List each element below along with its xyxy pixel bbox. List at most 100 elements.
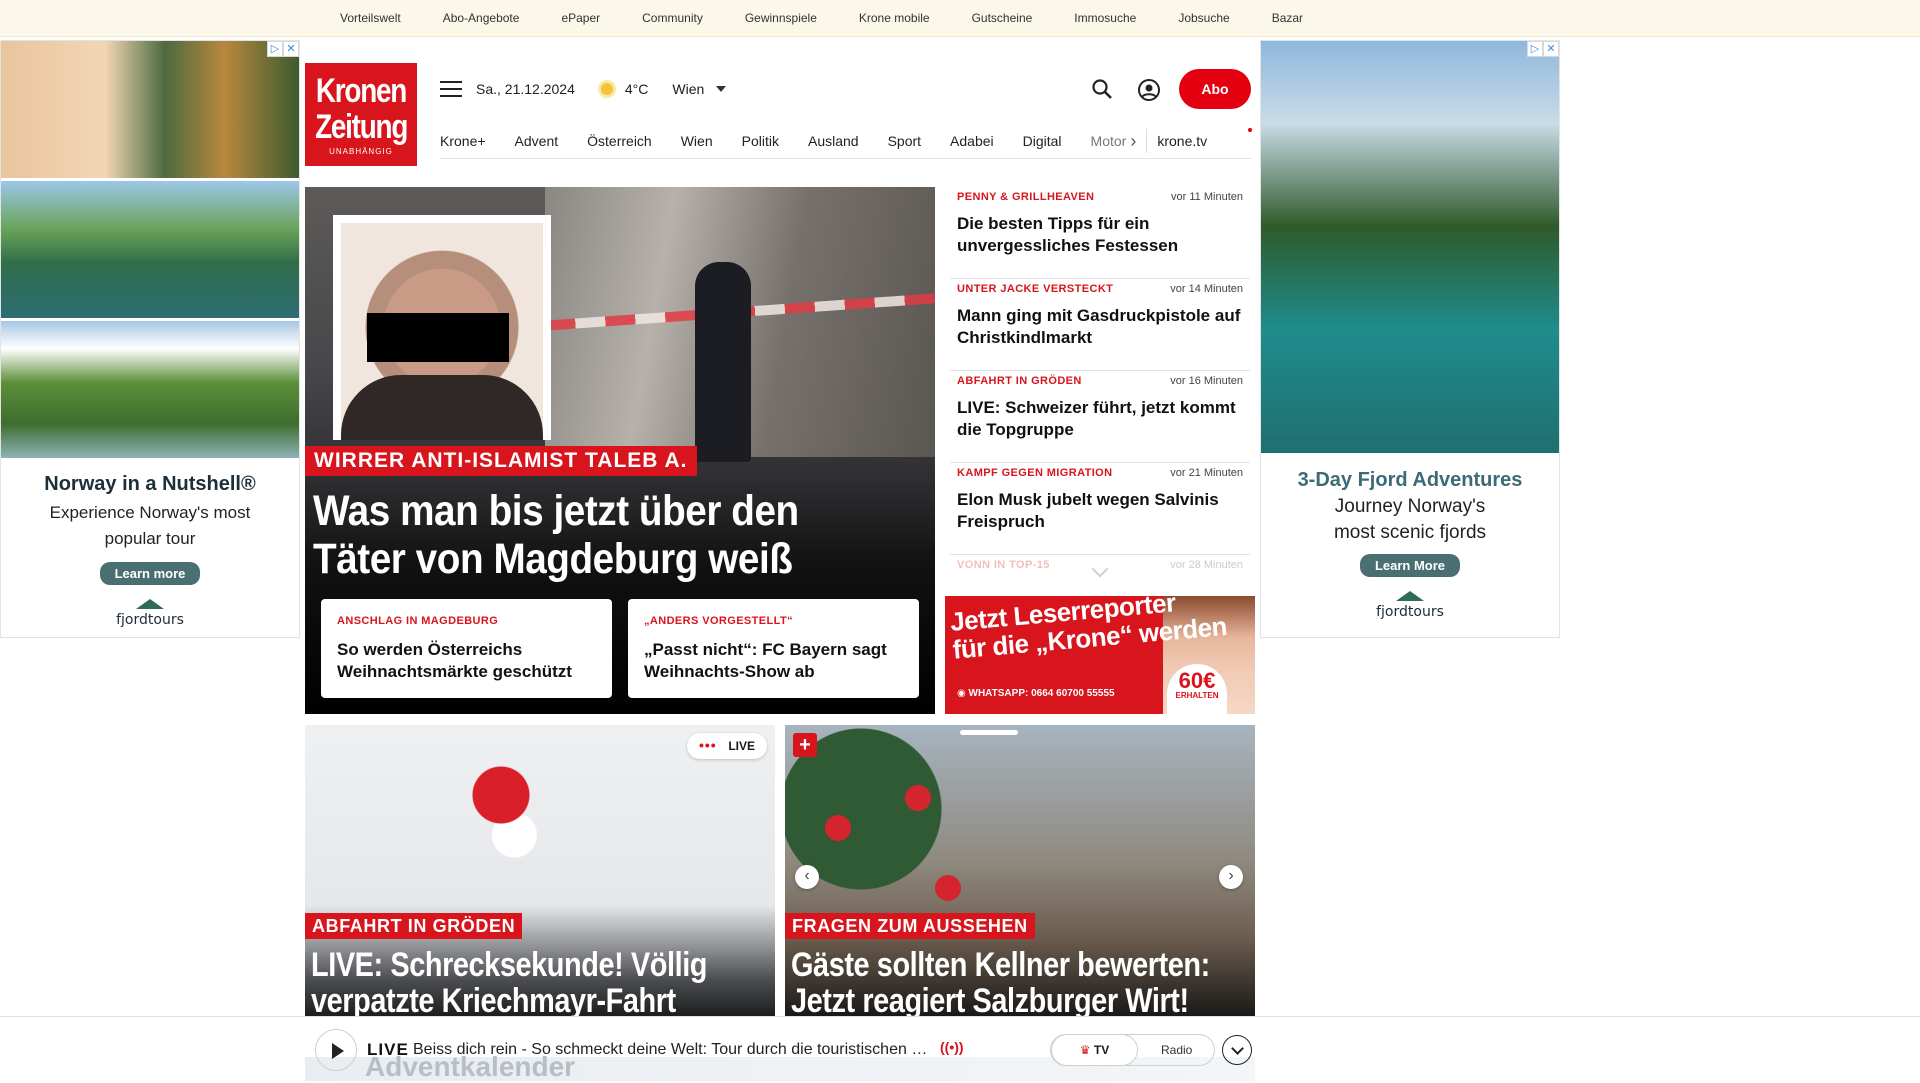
nav-item-advent[interactable]: Advent xyxy=(515,133,559,149)
hero-subarticle[interactable]: „ANDERS VORGESTELLT“ „Passt nicht“: FC B… xyxy=(628,599,919,698)
chevron-left-icon[interactable]: ‹ xyxy=(795,865,819,889)
nav-item-ausland[interactable]: Ausland xyxy=(808,133,859,149)
top-link-immosuche[interactable]: Immosuche xyxy=(1074,11,1136,25)
live-icon: ••• xyxy=(699,737,717,753)
subarticle-kicker: ANSCHLAG IN MAGDEBURG xyxy=(337,615,499,627)
ticker-item[interactable]: PENNY & GRILLHEAVEN vor 11 Minuten Die b… xyxy=(950,187,1250,279)
ticker-item[interactable]: ABFAHRT IN GRÖDEN vor 16 Minuten LIVE: S… xyxy=(950,371,1250,463)
top-links: Vorteilswelt Abo-Angebote ePaper Communi… xyxy=(340,0,1345,36)
ad-brand: fjordtours xyxy=(1376,604,1444,620)
top-link-krone-mobile[interactable]: Krone mobile xyxy=(859,11,930,25)
whatsapp-number: ◉ WHATSAPP: 0664 60700 55555 xyxy=(957,688,1115,699)
card-image-skier xyxy=(465,765,555,865)
nav-item-motor[interactable]: Motor xyxy=(1091,133,1127,149)
ticker-kicker: VONN IN TOP-15 xyxy=(957,559,1050,571)
fjordtours-logo-icon xyxy=(136,599,164,609)
top-link-epaper[interactable]: ePaper xyxy=(561,11,600,25)
nav-item-adabei[interactable]: Adabei xyxy=(950,133,994,149)
ticker-time: vor 14 Minuten xyxy=(1170,283,1243,295)
main-nav: Krone+ Advent Österreich Wien Politik Au… xyxy=(440,124,1252,159)
adchoices[interactable]: ▷ ✕ xyxy=(1527,41,1559,57)
top-link-gutscheine[interactable]: Gutscheine xyxy=(972,11,1033,25)
slider-indicator xyxy=(960,730,1018,735)
live-badge: ••• LIVE xyxy=(687,733,767,759)
hero-title[interactable]: Was man bis jetzt über den Täter von Mag… xyxy=(313,487,862,583)
radio-option[interactable]: Radio xyxy=(1161,1035,1192,1065)
adchoices[interactable]: ▷ ✕ xyxy=(267,41,299,57)
user-account-icon[interactable] xyxy=(1137,78,1161,102)
crown-icon: ♛ xyxy=(1079,1043,1091,1057)
adchoices-icon[interactable]: ▷ xyxy=(1527,41,1543,57)
adchoices-icon[interactable]: ▷ xyxy=(267,41,283,57)
card-title: Gäste sollten Kellner bewerten: Jetzt re… xyxy=(791,946,1210,1020)
play-button[interactable] xyxy=(315,1029,357,1071)
ticker-time: vor 11 Minuten xyxy=(1171,191,1243,203)
chevron-down-icon[interactable] xyxy=(716,86,727,92)
nav-item-politik[interactable]: Politik xyxy=(742,133,779,149)
ticker-item[interactable]: KAMPF GEGEN MIGRATION vor 21 Minuten Elo… xyxy=(950,463,1250,555)
abo-button[interactable]: Abo xyxy=(1179,69,1251,109)
ad-brand: fjordtours xyxy=(116,612,184,628)
logo-line-1: Kronen xyxy=(315,72,407,110)
nav-item-krone-tv[interactable]: krone.tv xyxy=(1157,133,1207,149)
live-player-bar: Adventkalender LIVE Beiss dich rein - So… xyxy=(0,1016,1920,1082)
learn-more-button[interactable]: Learn More xyxy=(1359,554,1461,577)
temperature: 4°C xyxy=(624,81,649,97)
top-link-abo-angebote[interactable]: Abo-Angebote xyxy=(443,11,520,25)
nav-item-sport[interactable]: Sport xyxy=(888,133,921,149)
nav-item-digital[interactable]: Digital xyxy=(1023,133,1062,149)
city-selector[interactable]: Wien xyxy=(672,81,704,97)
nav-item-wien[interactable]: Wien xyxy=(681,133,713,149)
card-title: LIVE: Schrecksekunde! Völlig verpatzte K… xyxy=(311,946,708,1020)
ticker-title: LIVE: Schweizer führt, jetzt kommt die T… xyxy=(957,398,1236,439)
hero-subarticle[interactable]: ANSCHLAG IN MAGDEBURG So werden Österrei… xyxy=(321,599,612,698)
top-link-bazar[interactable]: Bazar xyxy=(1272,11,1303,25)
close-icon[interactable]: ✕ xyxy=(1543,41,1559,57)
ticker-kicker: ABFAHRT IN GRÖDEN xyxy=(957,375,1082,387)
ticker-title: Elon Musk jubelt wegen Salvinis Freispru… xyxy=(957,490,1219,531)
header-row: Sa., 21.12.2024 4°C Wien xyxy=(440,70,1252,108)
krone-plus-badge: + xyxy=(793,733,817,757)
expand-player-button[interactable] xyxy=(1222,1035,1252,1065)
ad-left[interactable]: ▷ ✕ Norway in a Nutshell® Experience Norw… xyxy=(0,40,300,638)
subarticle-title: „Passt nicht“: FC Bayern sagt Weihnachts… xyxy=(644,640,887,681)
nav-divider xyxy=(1146,129,1148,153)
subarticle-kicker: „ANDERS VORGESTELLT“ xyxy=(644,615,793,627)
player-now-playing[interactable]: Beiss dich rein - So schmeckt deine Welt… xyxy=(413,1041,928,1059)
nav-item-oesterreich[interactable]: Österreich xyxy=(587,133,652,149)
chevron-right-icon[interactable]: › xyxy=(1219,865,1243,889)
top-link-vorteilswelt[interactable]: Vorteilswelt xyxy=(340,11,401,25)
censor-bar xyxy=(367,313,509,362)
leserreporter-banner[interactable]: Jetzt Leserreporter für die „Krone“ werd… xyxy=(945,596,1255,714)
nav-item-krone-plus[interactable]: Krone+ xyxy=(440,133,486,149)
article-card[interactable]: ••• LIVE ABFAHRT IN GRÖDEN LIVE: Schrecks… xyxy=(305,725,775,1025)
ticker-item[interactable]: UNTER JACKE VERSTECKT vor 14 Minuten Man… xyxy=(950,279,1250,371)
ticker-kicker: UNTER JACKE VERSTECKT xyxy=(957,283,1114,295)
subarticle-title: So werden Österreichs Weihnachtsmärkte g… xyxy=(337,640,572,681)
fjordtours-logo-icon xyxy=(1396,591,1424,601)
close-icon[interactable]: ✕ xyxy=(283,41,299,57)
article-card[interactable]: + ‹ › FRAGEN ZUM AUSSEHEN Gäste sollten … xyxy=(785,725,1255,1025)
ad-right[interactable]: ▷ ✕ 3-Day Fjord Adventures Journey Norway… xyxy=(1260,40,1560,638)
ad-title: Norway in a Nutshell® xyxy=(44,473,256,495)
ticker-title: Die besten Tipps für ein unvergessliches… xyxy=(957,214,1179,255)
whatsapp-icon: ◉ xyxy=(957,688,969,699)
chevron-down-icon[interactable] xyxy=(1091,560,1109,578)
broadcast-icon: ((•)) xyxy=(940,1039,964,1055)
ticker-time: vor 28 Minuten xyxy=(1170,559,1243,571)
top-link-community[interactable]: Community xyxy=(642,11,703,25)
site-logo[interactable]: Kronen Zeitung UNABHÄNGIG xyxy=(305,63,417,166)
ticker-kicker: PENNY & GRILLHEAVEN xyxy=(957,191,1095,203)
chevron-right-icon[interactable]: › xyxy=(1130,131,1136,152)
learn-more-button[interactable]: Learn more xyxy=(99,562,201,585)
ad-subtitle-1: Experience Norway's most xyxy=(49,503,251,522)
ad-title: 3-Day Fjord Adventures xyxy=(1297,469,1523,491)
menu-icon[interactable] xyxy=(440,81,462,97)
tv-radio-toggle[interactable]: ♛ TV Radio xyxy=(1050,1034,1215,1066)
tv-option[interactable]: ♛ TV xyxy=(1051,1034,1138,1066)
logo-tagline: UNABHÄNGIG xyxy=(329,147,393,156)
top-link-gewinnspiele[interactable]: Gewinnspiele xyxy=(745,11,817,25)
search-icon[interactable] xyxy=(1091,78,1113,100)
reward-badge: 60€ ERHALTEN xyxy=(1167,664,1227,714)
top-link-jobsuche[interactable]: Jobsuche xyxy=(1178,11,1229,25)
